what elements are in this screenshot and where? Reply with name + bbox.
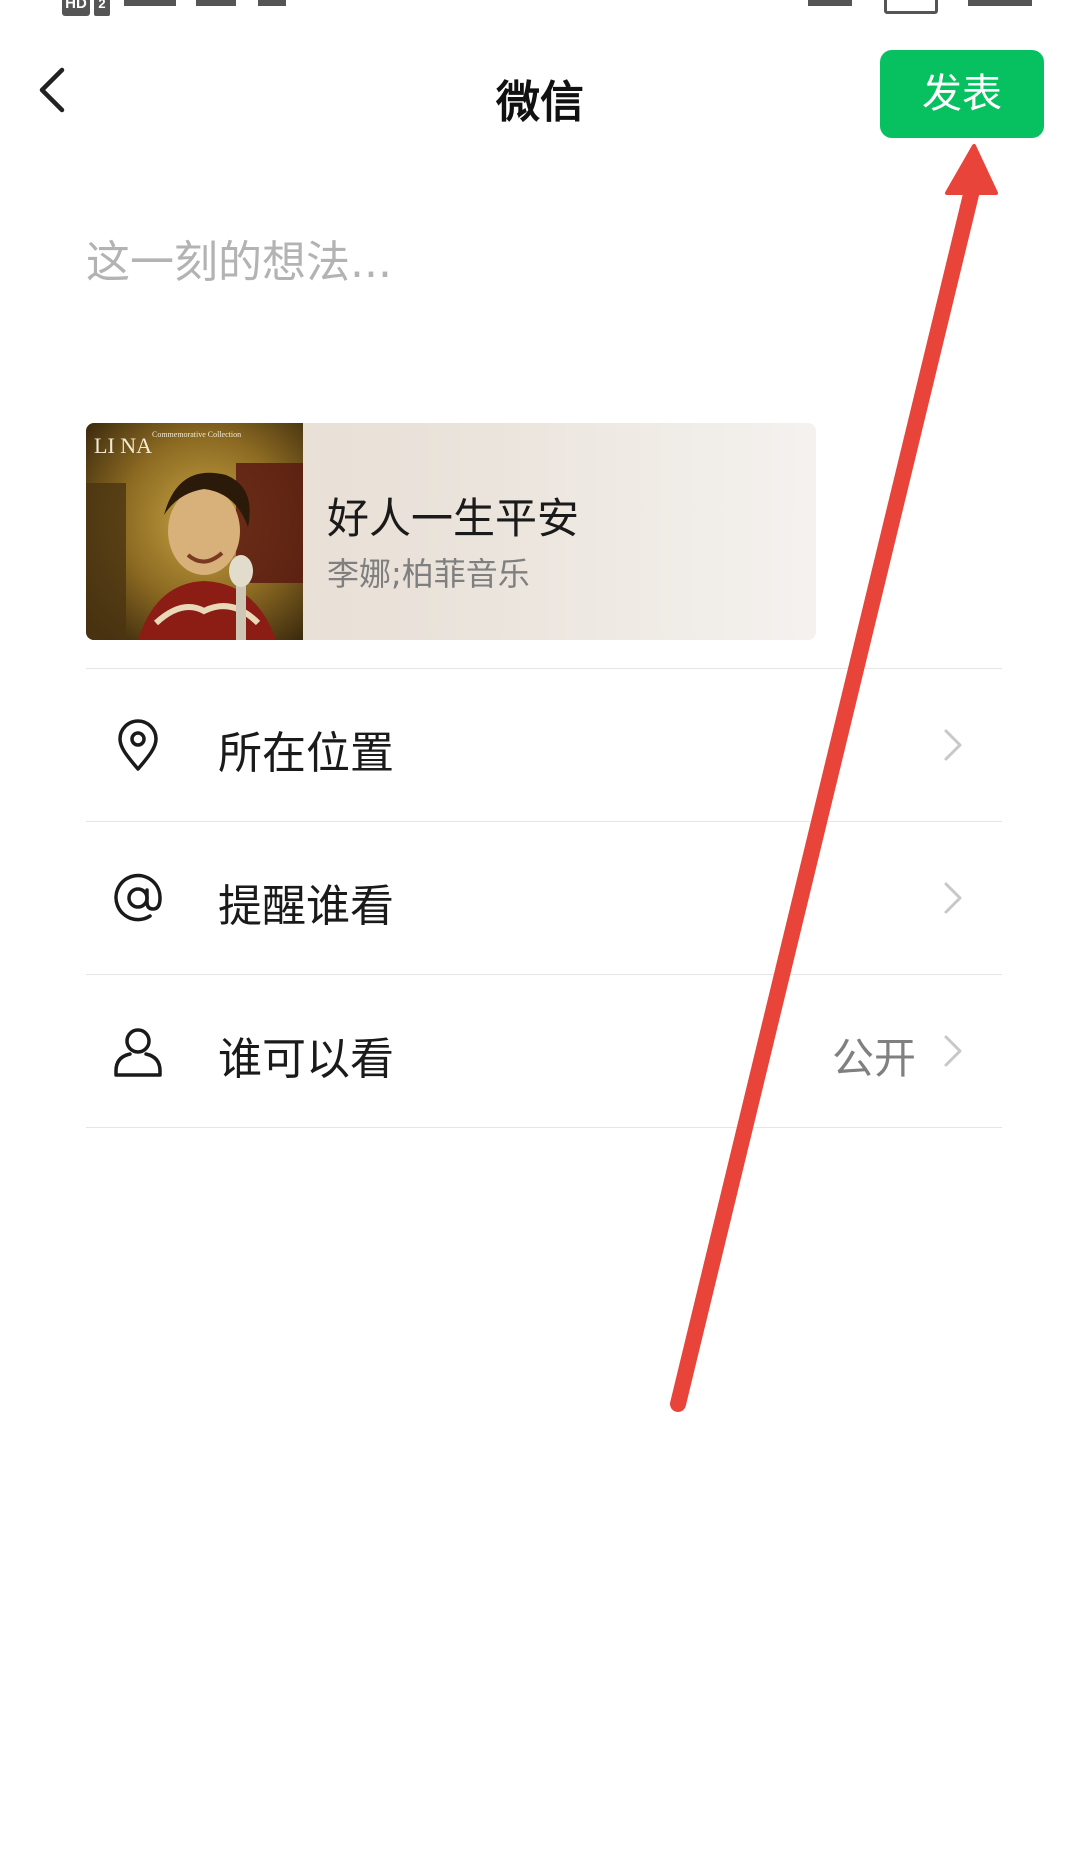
chevron-right-icon (944, 1035, 962, 1067)
option-value-visibility: 公开 (831, 1034, 916, 1083)
album-cover-image: LI NA Commemorative Collection (86, 423, 303, 640)
alarm-icon (808, 0, 852, 6)
network-hd-badge: HD (62, 0, 90, 16)
option-label-visibility: 谁可以看 (218, 1034, 394, 1085)
status-bar: HD 2 (0, 0, 1080, 22)
option-remind[interactable]: 提醒谁看 (86, 822, 1002, 974)
option-visibility[interactable]: 谁可以看 公开 (86, 975, 1002, 1127)
top-app-bar: 微信 发表 (0, 40, 1080, 140)
chevron-right-icon (944, 882, 962, 914)
song-artist: 李娜;柏菲音乐 (327, 555, 530, 593)
person-icon (114, 1028, 162, 1077)
option-label-location: 所在位置 (218, 728, 394, 779)
battery-icon (884, 0, 938, 14)
sim-slot-badge: 2 (94, 0, 110, 16)
divider (86, 1127, 1002, 1128)
option-location[interactable]: 所在位置 (86, 669, 1002, 821)
music-share-card[interactable]: LI NA Commemorative Collection 好人一生平安 李娜… (86, 423, 816, 640)
clock-text (968, 0, 1032, 6)
signal-strength-icon-2 (196, 0, 236, 6)
at-sign-icon (114, 873, 162, 922)
location-pin-icon (118, 719, 158, 771)
thought-input[interactable] (86, 222, 986, 302)
album-art-text: LI NA (94, 433, 152, 458)
post-options-list: 所在位置 提醒谁看 谁可以看 公开 (86, 668, 1002, 1128)
option-label-remind: 提醒谁看 (218, 881, 394, 932)
publish-button[interactable]: 发表 (880, 50, 1044, 138)
wifi-icon (258, 0, 286, 6)
signal-strength-icon (124, 0, 176, 6)
song-title: 好人一生平安 (327, 494, 580, 543)
album-art-subtext: Commemorative Collection (152, 430, 241, 439)
chevron-right-icon (944, 729, 962, 761)
